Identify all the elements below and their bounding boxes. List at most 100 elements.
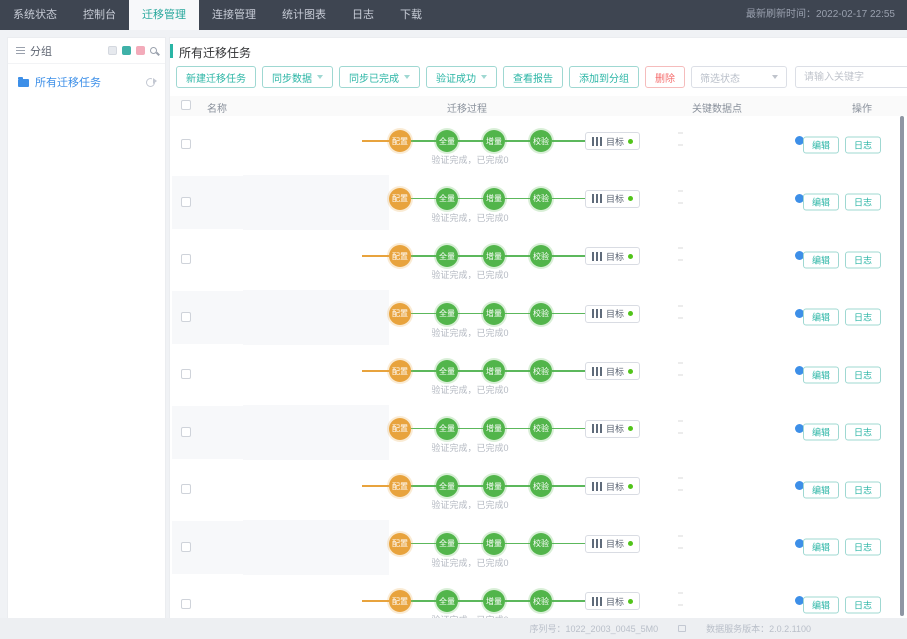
tree-item-label: 所有迁移任务 xyxy=(35,77,101,89)
status-dot-icon xyxy=(628,426,634,431)
edit-button[interactable]: 编辑 xyxy=(802,538,839,556)
migration-flow: 配置 全量 增量 校验 目标 验证完成，已完成0 xyxy=(360,231,650,289)
flow-line xyxy=(458,600,483,602)
nav-migration-management[interactable]: 迁移管理 xyxy=(129,0,199,30)
migration-flow: 配置 全量 增量 校验 目标 验证完成，已完成0 xyxy=(360,116,650,174)
row-checkbox[interactable] xyxy=(181,426,191,437)
flow-caption: 验证完成，已完成0 xyxy=(431,270,509,280)
edit-button[interactable]: 编辑 xyxy=(802,423,839,441)
status-dot-icon xyxy=(628,138,634,144)
edit-button[interactable]: 编辑 xyxy=(802,481,839,499)
verify-ok-label: 验证成功 xyxy=(436,73,476,85)
flow-step-incremental: 增量 xyxy=(483,302,505,325)
add-to-group-button[interactable]: 添加到分组 xyxy=(569,66,639,88)
row-actions: 编辑 日志 xyxy=(802,136,881,154)
nav-system-status[interactable]: 系统状态 xyxy=(0,0,70,30)
flow-line xyxy=(552,427,585,429)
flow-line xyxy=(458,370,483,372)
row-checkbox[interactable] xyxy=(181,311,191,322)
database-icon xyxy=(592,309,602,318)
row-checkbox[interactable] xyxy=(181,599,191,609)
nav-console[interactable]: 控制台 xyxy=(70,0,129,30)
sync-data-dropdown[interactable]: 同步数据 xyxy=(262,66,333,88)
target-node[interactable]: 目标 xyxy=(585,304,641,323)
log-button[interactable]: 日志 xyxy=(844,136,881,154)
table-row: 配置 全量 增量 校验 目标 验证完成，已完成0 编辑 日志 xyxy=(170,519,898,577)
target-node[interactable]: 目标 xyxy=(585,419,641,438)
remove-group-icon[interactable] xyxy=(136,46,145,55)
table-row: 配置 全量 增量 校验 目标 验证完成，已完成0 编辑 日志 xyxy=(170,404,898,462)
nav-logs[interactable]: 日志 xyxy=(339,0,387,30)
row-checkbox[interactable] xyxy=(181,484,191,494)
target-node[interactable]: 目标 xyxy=(585,189,641,208)
new-migration-task-button[interactable]: 新建迁移任务 xyxy=(176,66,256,88)
row-checkbox[interactable] xyxy=(181,541,191,552)
target-node[interactable]: 目标 xyxy=(585,592,641,610)
edit-button[interactable]: 编辑 xyxy=(802,251,839,269)
delete-button[interactable]: 删除 xyxy=(645,66,685,88)
flow-step-verify: 校验 xyxy=(530,475,552,497)
folder-icon xyxy=(18,77,29,87)
sync-done-dropdown[interactable]: 同步已完成 xyxy=(339,66,420,88)
flow-line xyxy=(411,370,436,372)
edit-button[interactable]: 编辑 xyxy=(802,308,839,326)
vertical-scrollbar[interactable] xyxy=(900,116,904,616)
flow-line xyxy=(505,370,530,372)
nav-connection-management[interactable]: 连接管理 xyxy=(199,0,269,30)
nav-statistics-charts[interactable]: 统计图表 xyxy=(269,0,339,30)
log-button[interactable]: 日志 xyxy=(844,538,881,556)
edit-button[interactable]: 编辑 xyxy=(802,136,839,154)
key-datapoints-cell xyxy=(675,174,810,232)
table-row: 配置 全量 增量 校验 目标 验证完成，已完成0 编辑 日志 xyxy=(170,116,898,174)
log-button[interactable]: 日志 xyxy=(844,193,881,211)
edit-button[interactable]: 编辑 xyxy=(802,193,839,211)
row-checkbox[interactable] xyxy=(181,139,191,149)
sidebar-item-all-migration-tasks[interactable]: 所有迁移任务 xyxy=(8,74,165,90)
log-button[interactable]: 日志 xyxy=(844,423,881,441)
row-checkbox[interactable] xyxy=(181,369,191,379)
row-checkbox[interactable] xyxy=(181,254,191,264)
refresh-icon[interactable] xyxy=(146,76,157,87)
log-button[interactable]: 日志 xyxy=(844,366,881,384)
flow-step-verify: 校验 xyxy=(530,590,552,612)
target-node[interactable]: 目标 xyxy=(585,132,641,150)
key-datapoints-cell xyxy=(675,116,810,174)
list-view-icon[interactable] xyxy=(108,46,117,55)
migration-flow: 配置 全量 增量 校验 目标 验证完成，已完成0 xyxy=(360,404,650,462)
scrollbar-thumb[interactable] xyxy=(900,116,904,616)
nav-download[interactable]: 下载 xyxy=(387,0,435,30)
edit-button[interactable]: 编辑 xyxy=(802,366,839,384)
target-node[interactable]: 目标 xyxy=(585,534,641,553)
select-all-checkbox[interactable] xyxy=(181,100,191,110)
flow-step-full: 全量 xyxy=(436,245,458,267)
log-button[interactable]: 日志 xyxy=(844,251,881,269)
col-header-name: 名称 xyxy=(207,104,227,115)
log-button[interactable]: 日志 xyxy=(844,481,881,499)
search-icon[interactable] xyxy=(150,47,157,54)
target-label: 目标 xyxy=(606,194,625,204)
log-button[interactable]: 日志 xyxy=(844,596,881,614)
verify-ok-dropdown[interactable]: 验证成功 xyxy=(426,66,497,88)
log-button[interactable]: 日志 xyxy=(844,308,881,326)
flow-step-incremental: 增量 xyxy=(483,360,505,382)
main-panel: 所有迁移任务 新建迁移任务 同步数据 同步已完成 验证成功 查看报告 添加到分组 xyxy=(170,38,907,618)
table-row: 配置 全量 增量 校验 目标 验证完成，已完成0 编辑 日志 xyxy=(170,231,898,289)
flow-line xyxy=(458,485,483,487)
target-node[interactable]: 目标 xyxy=(585,362,641,380)
migration-flow: 配置 全量 增量 校验 目标 验证完成，已完成0 xyxy=(360,346,650,404)
target-node[interactable]: 目标 xyxy=(585,247,641,265)
flow-line xyxy=(458,312,483,314)
filter-status-select[interactable]: 筛选状态 xyxy=(691,66,787,88)
view-report-button[interactable]: 查看报告 xyxy=(503,66,563,88)
flow-line xyxy=(552,600,585,602)
edit-button[interactable]: 编辑 xyxy=(802,596,839,614)
table-row: 配置 全量 增量 校验 目标 验证完成，已完成0 编辑 日志 xyxy=(170,289,898,347)
flow-line xyxy=(458,427,483,429)
row-checkbox[interactable] xyxy=(181,196,191,207)
add-group-icon[interactable] xyxy=(122,46,131,55)
flow-step-config: 配置 xyxy=(389,532,411,555)
keyword-search-input[interactable] xyxy=(795,66,907,88)
target-node[interactable]: 目标 xyxy=(585,477,641,495)
flow-step-incremental: 增量 xyxy=(483,475,505,497)
row-actions: 编辑 日志 xyxy=(802,481,881,499)
